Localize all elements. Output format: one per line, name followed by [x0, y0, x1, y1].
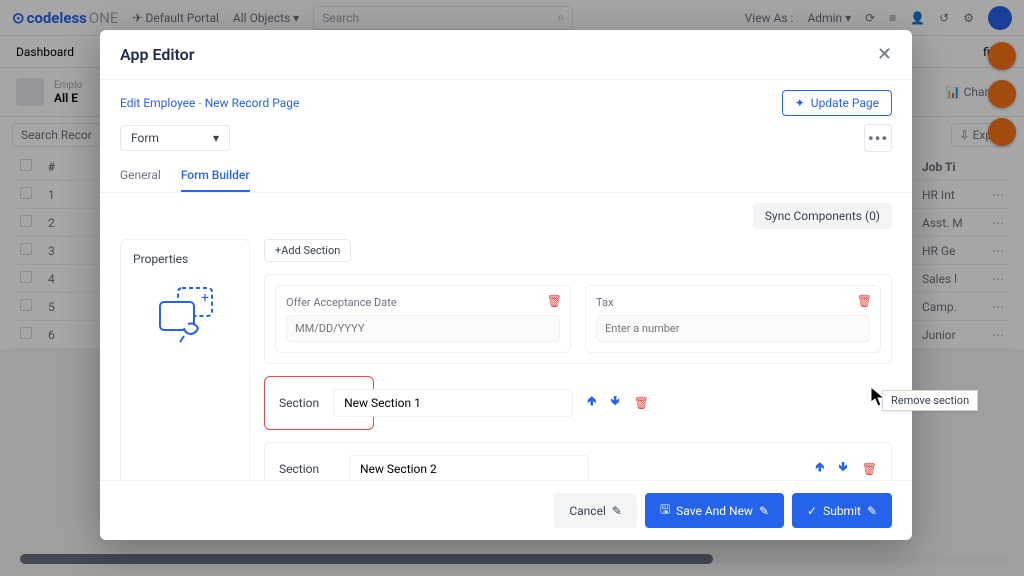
save-icon: 🖫 [660, 500, 670, 521]
breadcrumb: Edit Employee - New Record Page [120, 96, 299, 110]
offer-date-input[interactable] [286, 315, 560, 342]
crumb-edit[interactable]: Edit [120, 96, 140, 110]
cancel-button[interactable]: Cancel ✎ [554, 493, 637, 528]
add-section-button[interactable]: +Add Section [264, 239, 351, 262]
modal-footer: Cancel ✎ 🖫 Save And New ✎ ✓ Submit ✎ [100, 480, 912, 540]
remove-section-icon[interactable]: 🗑 [634, 396, 649, 410]
move-down-icon[interactable]: 🢃 [610, 392, 619, 414]
crumb-newrecord[interactable]: New Record [205, 96, 270, 110]
pencil-icon: ✎ [612, 504, 622, 518]
crumb-employee[interactable]: Employee [143, 96, 195, 110]
properties-panel: Properties + [120, 239, 250, 480]
tabs: General Form Builder [100, 160, 912, 193]
sync-components-button[interactable]: Sync Components (0) [753, 203, 892, 229]
save-and-new-button[interactable]: 🖫 Save And New ✎ [645, 493, 784, 528]
more-menu[interactable]: ••• [864, 124, 892, 152]
section-name-input[interactable] [349, 455, 589, 480]
check-icon: ✓ [807, 504, 817, 518]
delete-field-icon[interactable]: 🗑 [547, 294, 562, 308]
view-type-select[interactable]: Form▾ [120, 125, 230, 151]
properties-illustration: + [133, 284, 237, 344]
section-row-1[interactable]: Section 🢁 🢃 🗑 [264, 376, 374, 430]
magic-wand-icon: ✦ [795, 96, 805, 110]
remove-section-icon[interactable]: 🗑 [862, 462, 877, 476]
svg-text:+: + [201, 290, 209, 306]
form-fields-group: 🗑 Offer Acceptance Date 🗑 Tax [264, 274, 892, 364]
tooltip: Remove section [882, 390, 978, 411]
field-offer-date[interactable]: 🗑 Offer Acceptance Date [275, 285, 571, 353]
update-page-button[interactable]: ✦ Update Page [782, 90, 892, 116]
pencil-icon: ✎ [867, 504, 877, 518]
tab-form-builder[interactable]: Form Builder [181, 160, 250, 192]
section-label: Section [279, 462, 335, 476]
move-up-icon[interactable]: 🢁 [587, 392, 596, 414]
section-name-input[interactable] [333, 389, 573, 417]
pencil-icon: ✎ [759, 504, 769, 518]
crumb-page[interactable]: Page [272, 96, 299, 110]
section-label: Section [279, 396, 319, 410]
move-down-icon[interactable]: 🢃 [838, 458, 847, 480]
delete-field-icon[interactable]: 🗑 [857, 294, 872, 308]
properties-title: Properties [133, 252, 237, 266]
section-row-2[interactable]: Section 🢁 🢃 🗑 [264, 442, 892, 480]
tab-general[interactable]: General [120, 160, 161, 192]
app-editor-modal: App Editor ✕ Edit Employee - New Record … [100, 30, 912, 540]
move-up-icon[interactable]: 🢁 [815, 458, 824, 480]
chevron-down-icon: ▾ [213, 131, 219, 145]
field-label: Offer Acceptance Date [286, 296, 560, 309]
close-button[interactable]: ✕ [877, 44, 892, 65]
tax-input[interactable] [596, 315, 870, 342]
field-label: Tax [596, 296, 870, 309]
modal-title: App Editor [120, 45, 195, 64]
submit-button[interactable]: ✓ Submit ✎ [792, 493, 892, 528]
field-tax[interactable]: 🗑 Tax [585, 285, 881, 353]
